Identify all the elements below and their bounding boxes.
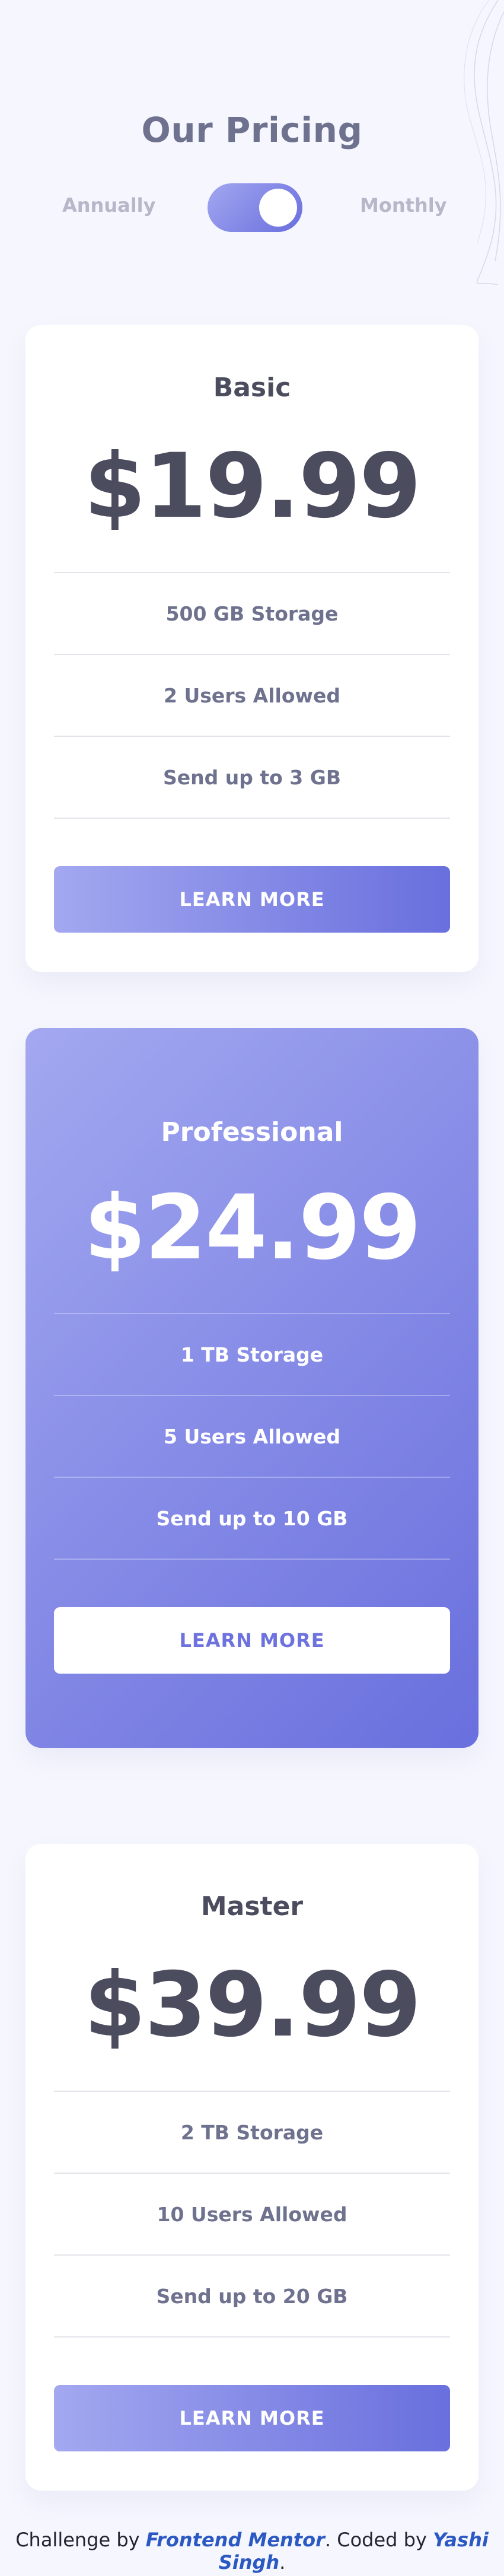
plan-card-master: Master $39.99 2 TB Storage 10 Users Allo… [25,1844,479,2491]
feature-item: Send up to 3 GB [54,737,450,819]
footer-suffix: . [279,2551,286,2574]
feature-list: 2 TB Storage 10 Users Allowed Send up to… [54,2091,450,2338]
plan-name: Professional [161,1117,343,1147]
feature-item: 5 Users Allowed [54,1396,450,1478]
feature-item: Send up to 10 GB [54,1478,450,1560]
plan-card-professional: Professional $24.99 1 TB Storage 5 Users… [25,1028,479,1748]
page-title: Our Pricing [141,110,363,150]
feature-list: 1 TB Storage 5 Users Allowed Send up to … [54,1313,450,1560]
feature-item: Send up to 20 GB [54,2256,450,2338]
frontend-mentor-link[interactable]: Frontend Mentor [146,2529,325,2551]
plan-name: Master [200,1891,304,1922]
monthly-label[interactable]: Monthly [360,194,447,217]
plan-price: $24.99 [84,1176,422,1280]
plan-price: $39.99 [84,1954,422,2057]
learn-more-button-professional[interactable]: LEARN MORE [54,1607,450,1674]
attribution-footer: Challenge by Frontend Mentor. Coded by Y… [0,2529,504,2574]
feature-item: 10 Users Allowed [54,2174,450,2256]
feature-item: 500 GB Storage [54,573,450,655]
pricing-page: Our Pricing Annually Monthly Basic $19.9… [0,0,504,2576]
feature-item: 2 Users Allowed [54,655,450,737]
feature-list: 500 GB Storage 2 Users Allowed Send up t… [54,572,450,819]
billing-toggle-switch[interactable] [208,183,302,232]
plan-name: Basic [213,373,291,403]
annually-label[interactable]: Annually [62,194,156,217]
billing-toggle-row: Annually Monthly [0,181,504,232]
footer-middle: . Coded by [324,2529,433,2551]
plan-card-basic: Basic $19.99 500 GB Storage 2 Users Allo… [25,325,479,972]
footer-prefix: Challenge by [15,2529,146,2551]
toggle-knob [259,189,297,227]
learn-more-button-master[interactable]: LEARN MORE [54,2385,450,2451]
plan-price: $19.99 [84,435,422,538]
feature-item: 2 TB Storage [54,2092,450,2174]
learn-more-button-basic[interactable]: LEARN MORE [54,866,450,933]
feature-item: 1 TB Storage [54,1314,450,1396]
